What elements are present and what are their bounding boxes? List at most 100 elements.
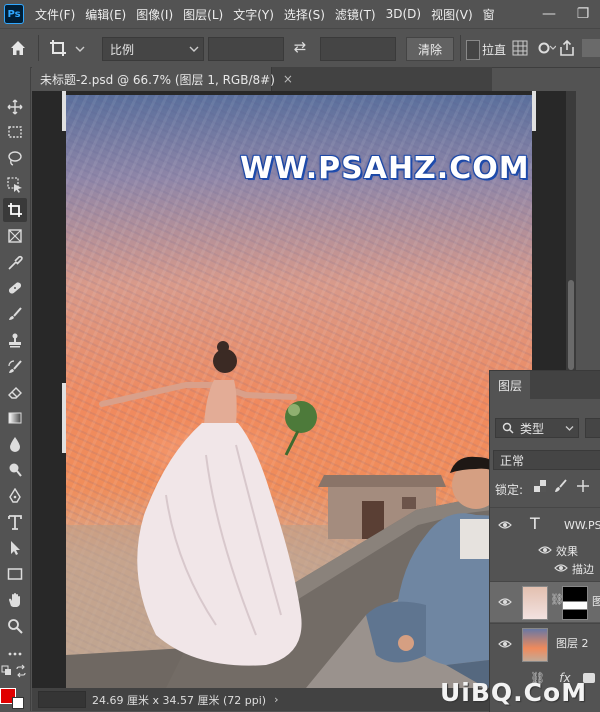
lock-position-icon[interactable] bbox=[576, 479, 590, 493]
canvas-watermark-text: WW.PSAHZ.COM bbox=[240, 151, 530, 186]
document-tab[interactable]: 未标题-2.psd @ 66.7% (图层 1, RGB/8#) × bbox=[32, 67, 293, 91]
tools-panel bbox=[0, 67, 31, 711]
layers-panel: 图层 类型 正常 锁定: T WW.PS 效果 描边 ⛓ 图层 2 ⛓ fx bbox=[489, 370, 600, 712]
object-select-icon[interactable] bbox=[3, 173, 27, 197]
site-watermark-text: UiBQ.CoM bbox=[440, 678, 588, 707]
layer-effects-row[interactable]: 效果 bbox=[490, 541, 600, 559]
status-menu-arrow-icon[interactable]: › bbox=[274, 693, 278, 706]
layer-row-text[interactable]: T WW.PS bbox=[490, 507, 600, 542]
workspace-icon[interactable] bbox=[582, 39, 600, 57]
menu-window[interactable]: 窗 bbox=[478, 6, 500, 23]
menu-image[interactable]: 图像(I) bbox=[131, 6, 178, 23]
crop-handle-left-top[interactable] bbox=[62, 91, 66, 131]
lock-label: 锁定: bbox=[495, 483, 524, 497]
home-icon[interactable] bbox=[8, 38, 30, 60]
history-brush-icon[interactable] bbox=[3, 355, 27, 379]
blur-icon[interactable] bbox=[3, 432, 27, 456]
effects-label: 效果 bbox=[556, 545, 578, 558]
document-canvas[interactable]: WW.PSAHZ.COM bbox=[66, 95, 532, 688]
menu-3d[interactable]: 3D(D) bbox=[381, 7, 426, 21]
move-tool-icon[interactable] bbox=[3, 95, 27, 119]
chevron-down-icon bbox=[565, 426, 574, 431]
layer-name: 图层 2 bbox=[556, 637, 589, 650]
restore-button[interactable]: ❐ bbox=[566, 0, 600, 28]
menu-edit[interactable]: 编辑(E) bbox=[80, 6, 131, 23]
layer-row-image[interactable]: 图层 2 bbox=[490, 623, 600, 664]
healing-brush-icon[interactable] bbox=[3, 276, 27, 300]
layer-name: 图 bbox=[592, 593, 600, 609]
zoom-icon[interactable] bbox=[3, 614, 27, 638]
lock-pixels-icon[interactable] bbox=[554, 479, 568, 493]
eye-icon bbox=[538, 546, 552, 554]
rectangle-icon[interactable] bbox=[3, 562, 27, 586]
filter-kind-icon[interactable] bbox=[585, 418, 600, 438]
layer-filter-select[interactable]: 类型 bbox=[495, 418, 579, 438]
crop-icon bbox=[50, 40, 85, 56]
menu-view[interactable]: 视图(V) bbox=[426, 6, 478, 23]
document-tab-bar: 未标题-2.psd @ 66.7% (图层 1, RGB/8#) × bbox=[32, 67, 492, 91]
eye-icon bbox=[554, 564, 568, 572]
layer-effect-stroke-row[interactable]: 描边 bbox=[490, 559, 600, 577]
menu-layer[interactable]: 图层(L) bbox=[178, 6, 228, 23]
pen-icon[interactable] bbox=[3, 484, 27, 508]
layer-mask-thumbnail[interactable] bbox=[562, 586, 588, 620]
eye-icon bbox=[498, 521, 512, 529]
eye-icon bbox=[498, 598, 512, 606]
text-layer-type-icon: T bbox=[530, 514, 540, 533]
blend-mode-label: 正常 bbox=[500, 453, 525, 468]
height-input[interactable] bbox=[320, 37, 396, 61]
search-icon bbox=[502, 422, 514, 434]
vertical-scrollbar-thumb[interactable] bbox=[568, 280, 574, 370]
path-select-icon[interactable] bbox=[3, 536, 27, 560]
overlay-grid-icon[interactable] bbox=[512, 40, 528, 56]
width-input[interactable] bbox=[208, 37, 284, 61]
minimize-button[interactable]: — bbox=[532, 0, 566, 28]
clear-button[interactable]: 清除 bbox=[406, 37, 454, 61]
straighten-icon[interactable] bbox=[466, 40, 480, 60]
swap-icon[interactable]: ⇄ bbox=[290, 38, 310, 58]
window-controls: — ❐ bbox=[532, 0, 600, 28]
gradient-icon[interactable] bbox=[3, 406, 27, 430]
lock-transparent-icon[interactable] bbox=[534, 480, 546, 492]
background-color-swatch[interactable] bbox=[12, 697, 24, 709]
right-panel-strip bbox=[576, 91, 600, 371]
stamp-icon[interactable] bbox=[3, 328, 27, 352]
type-icon[interactable] bbox=[3, 510, 27, 534]
chevron-down-icon bbox=[189, 46, 199, 52]
menu-type[interactable]: 文字(Y) bbox=[228, 6, 279, 23]
crop-handle-right-top[interactable] bbox=[532, 91, 536, 131]
document-size-info: 24.69 厘米 x 34.57 厘米 (72 ppi) bbox=[92, 693, 267, 707]
crop-tool-icon[interactable] bbox=[3, 198, 27, 222]
settings-gear-icon[interactable] bbox=[536, 40, 557, 56]
menu-bar: Ps 文件(F) 编辑(E) 图像(I) 图层(L) 文字(Y) 选择(S) 滤… bbox=[0, 0, 600, 28]
straighten-label[interactable]: 拉直 bbox=[482, 41, 506, 58]
crop-handle-left-middle[interactable] bbox=[62, 383, 66, 453]
zoom-level-field[interactable] bbox=[38, 691, 86, 708]
tab-close-icon[interactable]: × bbox=[283, 72, 293, 86]
eyedropper-icon[interactable] bbox=[3, 251, 27, 275]
dodge-icon[interactable] bbox=[3, 458, 27, 482]
menu-filter[interactable]: 滤镜(T) bbox=[330, 6, 381, 23]
crop-preset-picker[interactable] bbox=[48, 38, 88, 60]
share-icon[interactable] bbox=[558, 39, 576, 57]
ratio-select[interactable]: 比例 bbox=[102, 37, 204, 61]
eraser-icon[interactable] bbox=[3, 380, 27, 404]
options-separator bbox=[38, 35, 39, 61]
layer-name: WW.PS bbox=[564, 519, 600, 532]
default-colors-icon[interactable] bbox=[1, 665, 13, 677]
lasso-tool-icon[interactable] bbox=[3, 146, 27, 170]
frame-tool-icon[interactable] bbox=[3, 224, 27, 248]
ratio-select-label: 比例 bbox=[110, 43, 135, 57]
menu-select[interactable]: 选择(S) bbox=[279, 6, 330, 23]
marquee-tool-icon[interactable] bbox=[3, 120, 27, 144]
tab-layers[interactable]: 图层 bbox=[490, 371, 530, 399]
photoshop-logo-icon: Ps bbox=[4, 4, 24, 24]
blend-mode-select[interactable]: 正常 bbox=[493, 450, 600, 470]
brush-icon[interactable] bbox=[3, 302, 27, 326]
swap-colors-icon[interactable] bbox=[15, 664, 27, 678]
menu-file[interactable]: 文件(F) bbox=[30, 6, 80, 23]
layer-thumbnail bbox=[522, 586, 548, 620]
layers-panel-tabbar: 图层 bbox=[490, 371, 600, 399]
layer-row-masked[interactable]: ⛓ 图 bbox=[490, 581, 600, 622]
hand-icon[interactable] bbox=[3, 588, 27, 612]
